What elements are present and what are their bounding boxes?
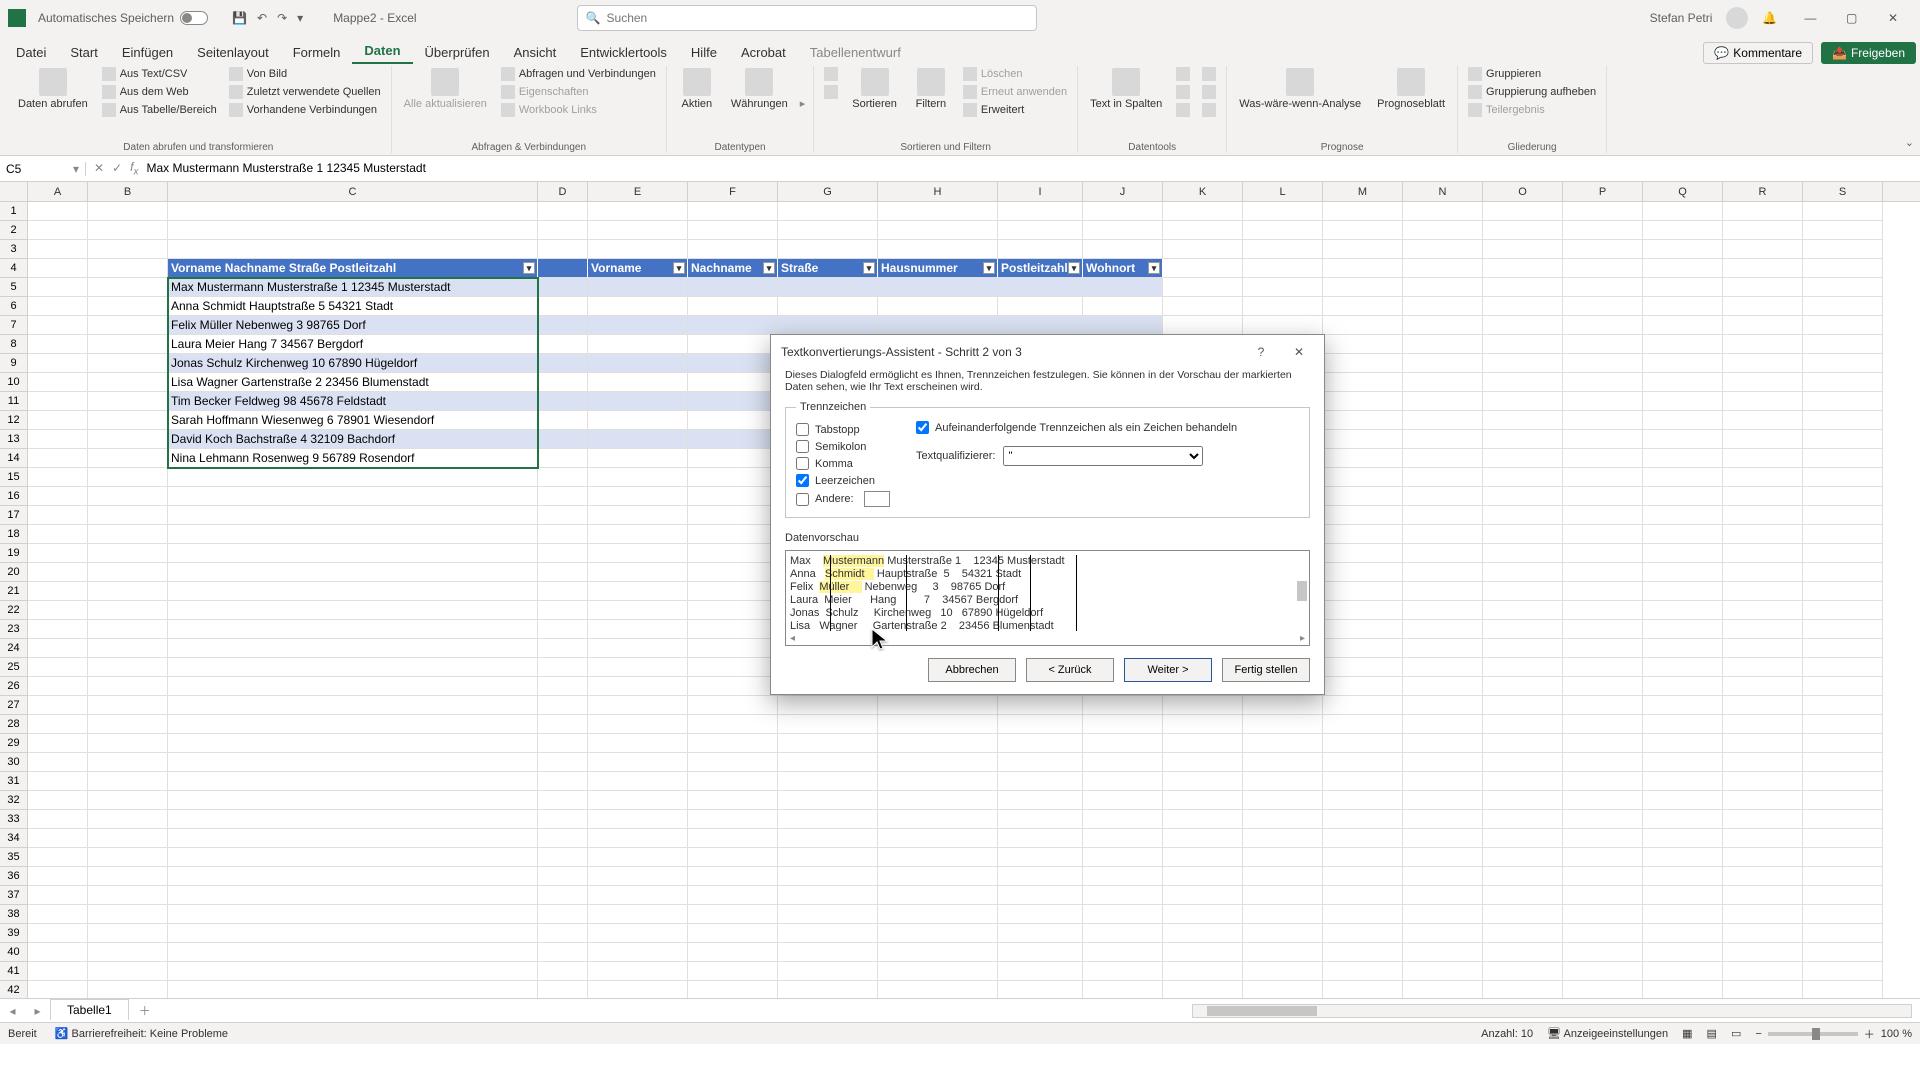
preview-vscroll-thumb[interactable]: [1297, 581, 1307, 601]
back-button[interactable]: < Zurück: [1026, 658, 1114, 682]
delim-tab-checkbox[interactable]: [796, 423, 809, 436]
textqualifier-label: Textqualifizierer:: [916, 450, 995, 462]
next-button[interactable]: Weiter >: [1124, 658, 1212, 682]
cancel-button[interactable]: Abbrechen: [928, 658, 1016, 682]
consecutive-checkbox[interactable]: [916, 421, 929, 434]
dialog-close-button[interactable]: ✕: [1284, 340, 1314, 364]
preview-scroll-left-icon[interactable]: ◂: [790, 633, 795, 643]
dialog-description: Dieses Dialogfeld ermöglicht es Ihnen, T…: [785, 369, 1310, 393]
dialog-title: Textkonvertierungs-Assistent - Schritt 2…: [781, 345, 1022, 359]
delimiters-fieldset: Trennzeichen Tabstopp Semikolon Komma Le…: [785, 401, 1310, 518]
preview-label: Datenvorschau: [785, 532, 1310, 544]
delim-other-input[interactable]: [864, 491, 890, 507]
data-preview[interactable]: Max Mustermann Musterstraße 1 12345 Must…: [785, 550, 1310, 646]
text-wizard-dialog: Textkonvertierungs-Assistent - Schritt 2…: [770, 334, 1325, 695]
delim-comma-checkbox[interactable]: [796, 457, 809, 470]
preview-scroll-right-icon[interactable]: ▸: [1300, 633, 1305, 643]
delim-semicolon-checkbox[interactable]: [796, 440, 809, 453]
textqualifier-select[interactable]: ": [1003, 446, 1203, 466]
delimiters-label: Trennzeichen: [796, 401, 870, 413]
finish-button[interactable]: Fertig stellen: [1222, 658, 1310, 682]
delim-other-checkbox[interactable]: [796, 493, 809, 506]
dialog-help-button[interactable]: ?: [1246, 340, 1276, 364]
delim-space-checkbox[interactable]: [796, 474, 809, 487]
